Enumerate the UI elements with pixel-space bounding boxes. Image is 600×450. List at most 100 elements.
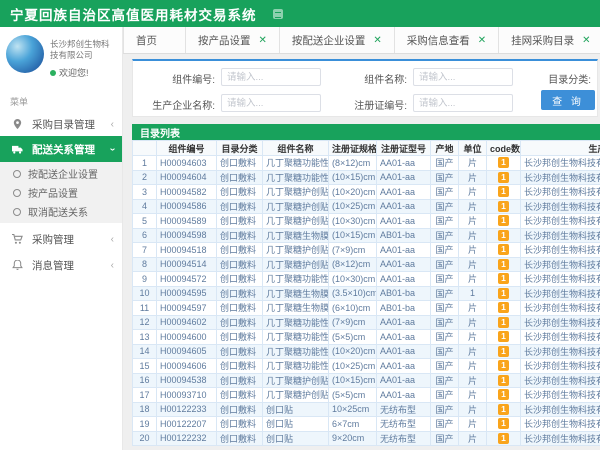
table-row[interactable]: 18H00122233创口敷料创口贴10×25cm无纺布型国产片1长沙邦创生物科… bbox=[133, 402, 600, 417]
table-row[interactable]: 16H00094538创口敷料几丁聚糖护创贴 ((10×15)cmAA01-aa… bbox=[133, 373, 600, 388]
catalog-list-panel: 目录列表 组件编号目录分类组件名称注册证规格注册证型号产地单位code数量生产企… bbox=[132, 124, 600, 446]
tab-by-product[interactable]: 按产品设置✕ bbox=[186, 27, 280, 53]
code-count-badge[interactable]: 1 bbox=[498, 259, 509, 270]
user-block: 长沙邦创生物科技有限公司 欢迎您! bbox=[0, 27, 122, 85]
table-row[interactable]: 9H00094572创口敷料几丁聚糖功能性护(10×30)cmAA01-aa国产… bbox=[133, 272, 600, 287]
unit-cell: 片 bbox=[459, 170, 487, 185]
table-row[interactable]: 13H00094600创口敷料几丁聚糖功能性护(5×5)cmAA01-aa国产片… bbox=[133, 330, 600, 345]
table-row[interactable]: 20H00122232创口敷料创口贴9×20cm无纺布型国产片1长沙邦创生物科技… bbox=[133, 431, 600, 446]
sidebar-item-catalog-mgmt[interactable]: 采购目录管理 ‹ bbox=[0, 112, 122, 136]
unit-cell: 片 bbox=[459, 359, 487, 374]
tab-purchase-info[interactable]: 采购信息查看✕ bbox=[395, 27, 499, 53]
model-cell: AA01-aa bbox=[377, 185, 431, 200]
tab-home[interactable]: 首页 bbox=[123, 27, 186, 53]
sidebar-item-by-delivery-company[interactable]: 按配送企业设置 bbox=[0, 164, 122, 183]
table-row[interactable]: 3H00094582创口敷料几丁聚糖护创贴 ((10×20)cmAA01-aa国… bbox=[133, 185, 600, 200]
model-cell: AB01-ba bbox=[377, 286, 431, 301]
component-code-input[interactable] bbox=[221, 68, 321, 86]
table-row[interactable]: 8H00094514创口敷料几丁聚糖护创贴 ((8×12)cmAA01-aa国产… bbox=[133, 257, 600, 272]
spec-cell: (10×20)cm bbox=[329, 185, 377, 200]
menu-toggle-icon[interactable] bbox=[273, 9, 283, 19]
unit-cell: 片 bbox=[459, 417, 487, 432]
code-count-badge[interactable]: 1 bbox=[498, 273, 509, 284]
component-code-cell: H00094589 bbox=[157, 214, 217, 229]
code-count-badge[interactable]: 1 bbox=[498, 375, 509, 386]
spec-cell: (10×30)cm bbox=[329, 214, 377, 229]
row-index: 14 bbox=[133, 344, 157, 359]
table-row[interactable]: 6H00094598创口敷料几丁聚糖生物膜(10×15)cmAB01-ba国产片… bbox=[133, 228, 600, 243]
table-row[interactable]: 7H00094518创口敷料几丁聚糖护创贴 ((7×9)cmAA01-aa国产片… bbox=[133, 243, 600, 258]
code-count-badge[interactable]: 1 bbox=[498, 244, 509, 255]
code-count-badge[interactable]: 1 bbox=[498, 433, 509, 444]
origin-cell: 国产 bbox=[431, 272, 459, 287]
sidebar-item-purchase-mgmt[interactable]: 采购管理 ‹ bbox=[0, 227, 122, 251]
column-header: 产地 bbox=[431, 141, 459, 156]
category-cell: 创口敷料 bbox=[217, 373, 263, 388]
code-count-badge[interactable]: 1 bbox=[498, 360, 509, 371]
code-count-badge[interactable]: 1 bbox=[498, 346, 509, 357]
table-row[interactable]: 14H00094605创口敷料几丁聚糖功能性护(10×20)cmAA01-aa国… bbox=[133, 344, 600, 359]
code-count-badge[interactable]: 1 bbox=[498, 302, 509, 313]
code-count-badge[interactable]: 1 bbox=[498, 331, 509, 342]
table-row[interactable]: 11H00094597创口敷料几丁聚糖生物膜(6×10)cmAB01-ba国产片… bbox=[133, 301, 600, 316]
table-row[interactable]: 15H00094606创口敷料几丁聚糖功能性护(10×25)cmAA01-aa国… bbox=[133, 359, 600, 374]
table-row[interactable]: 1H00094603创口敷料几丁聚糖功能性护(8×12)cmAA01-aa国产片… bbox=[133, 156, 600, 171]
category-cell: 创口敷料 bbox=[217, 301, 263, 316]
producer-cell: 长沙邦创生物科技有限公司 bbox=[521, 228, 600, 243]
close-icon[interactable]: ✕ bbox=[373, 35, 381, 46]
code-count-badge[interactable]: 1 bbox=[498, 389, 509, 400]
close-icon[interactable]: ✕ bbox=[478, 35, 486, 46]
query-button[interactable]: 查 询 bbox=[541, 90, 595, 110]
table-row[interactable]: 4H00094586创口敷料几丁聚糖护创贴 ((10×25)cmAA01-aa国… bbox=[133, 199, 600, 214]
table-row[interactable]: 12H00094602创口敷料几丁聚糖功能性护(7×9)cmAA01-aa国产片… bbox=[133, 315, 600, 330]
code-count-badge[interactable]: 1 bbox=[498, 404, 509, 415]
category-cell: 创口敷料 bbox=[217, 359, 263, 374]
table-row[interactable]: 19H00122207创口敷料创口贴6×7cm无纺布型国产片1长沙邦创生物科技有… bbox=[133, 417, 600, 432]
category-cell: 创口敷料 bbox=[217, 272, 263, 287]
code-count-badge[interactable]: 1 bbox=[498, 288, 509, 299]
sidebar-item-delivery-mgmt[interactable]: 配送关系管理 ‹ bbox=[0, 136, 122, 162]
chevron-left-icon: ‹ bbox=[111, 234, 114, 245]
code-count-badge[interactable]: 1 bbox=[498, 418, 509, 429]
close-icon[interactable]: ✕ bbox=[582, 35, 590, 46]
origin-cell: 国产 bbox=[431, 330, 459, 345]
sidebar-item-message-mgmt[interactable]: 消息管理 ‹ bbox=[0, 253, 122, 277]
component-code-cell: H00094538 bbox=[157, 373, 217, 388]
column-header: 生产企业 bbox=[521, 141, 600, 156]
component-code-cell: H00094606 bbox=[157, 359, 217, 374]
tab-by-delivery-company[interactable]: 按配送企业设置✕ bbox=[280, 27, 395, 53]
code-count-cell: 1 bbox=[487, 272, 521, 287]
tab-listed-catalog[interactable]: 挂网采购目录✕ bbox=[499, 27, 600, 53]
origin-cell: 国产 bbox=[431, 185, 459, 200]
code-count-badge[interactable]: 1 bbox=[498, 215, 509, 226]
delivery-submenu: 按配送企业设置 按产品设置 取消配送关系 bbox=[0, 162, 122, 223]
avatar bbox=[6, 35, 44, 73]
table-row[interactable]: 17H00093710创口敷料几丁聚糖护创贴 ((5×5)cmAA01-aa国产… bbox=[133, 388, 600, 403]
code-count-cell: 1 bbox=[487, 199, 521, 214]
column-header: code数量 bbox=[487, 141, 521, 156]
sidebar-item-by-product[interactable]: 按产品设置 bbox=[0, 183, 122, 202]
component-code-cell: H00094514 bbox=[157, 257, 217, 272]
code-count-badge[interactable]: 1 bbox=[498, 317, 509, 328]
row-index: 19 bbox=[133, 417, 157, 432]
table-row[interactable]: 5H00094589创口敷料几丁聚糖护创贴 ((10×30)cmAA01-aa国… bbox=[133, 214, 600, 229]
producer-name-input[interactable] bbox=[221, 94, 321, 112]
registration-no-input[interactable] bbox=[413, 94, 513, 112]
table-row[interactable]: 2H00094604创口敷料几丁聚糖功能性护(10×15)cmAA01-aa国产… bbox=[133, 170, 600, 185]
spec-cell: (8×12)cm bbox=[329, 156, 377, 171]
code-count-badge[interactable]: 1 bbox=[498, 157, 509, 168]
producer-cell: 长沙邦创生物科技有限公司 bbox=[521, 243, 600, 258]
sidebar-item-cancel-delivery[interactable]: 取消配送关系 bbox=[0, 202, 122, 221]
code-count-badge[interactable]: 1 bbox=[498, 201, 509, 212]
unit-cell: 1 bbox=[459, 286, 487, 301]
component-name-input[interactable] bbox=[413, 68, 513, 86]
close-icon[interactable]: ✕ bbox=[259, 35, 267, 46]
code-count-badge[interactable]: 1 bbox=[498, 186, 509, 197]
row-index: 16 bbox=[133, 373, 157, 388]
code-count-badge[interactable]: 1 bbox=[498, 172, 509, 183]
code-count-badge[interactable]: 1 bbox=[498, 230, 509, 241]
table-row[interactable]: 10H00094595创口敷料几丁聚糖生物膜(3.5×10)cmAB01-ba国… bbox=[133, 286, 600, 301]
online-dot-icon bbox=[50, 70, 56, 76]
unit-cell: 片 bbox=[459, 388, 487, 403]
row-index: 15 bbox=[133, 359, 157, 374]
